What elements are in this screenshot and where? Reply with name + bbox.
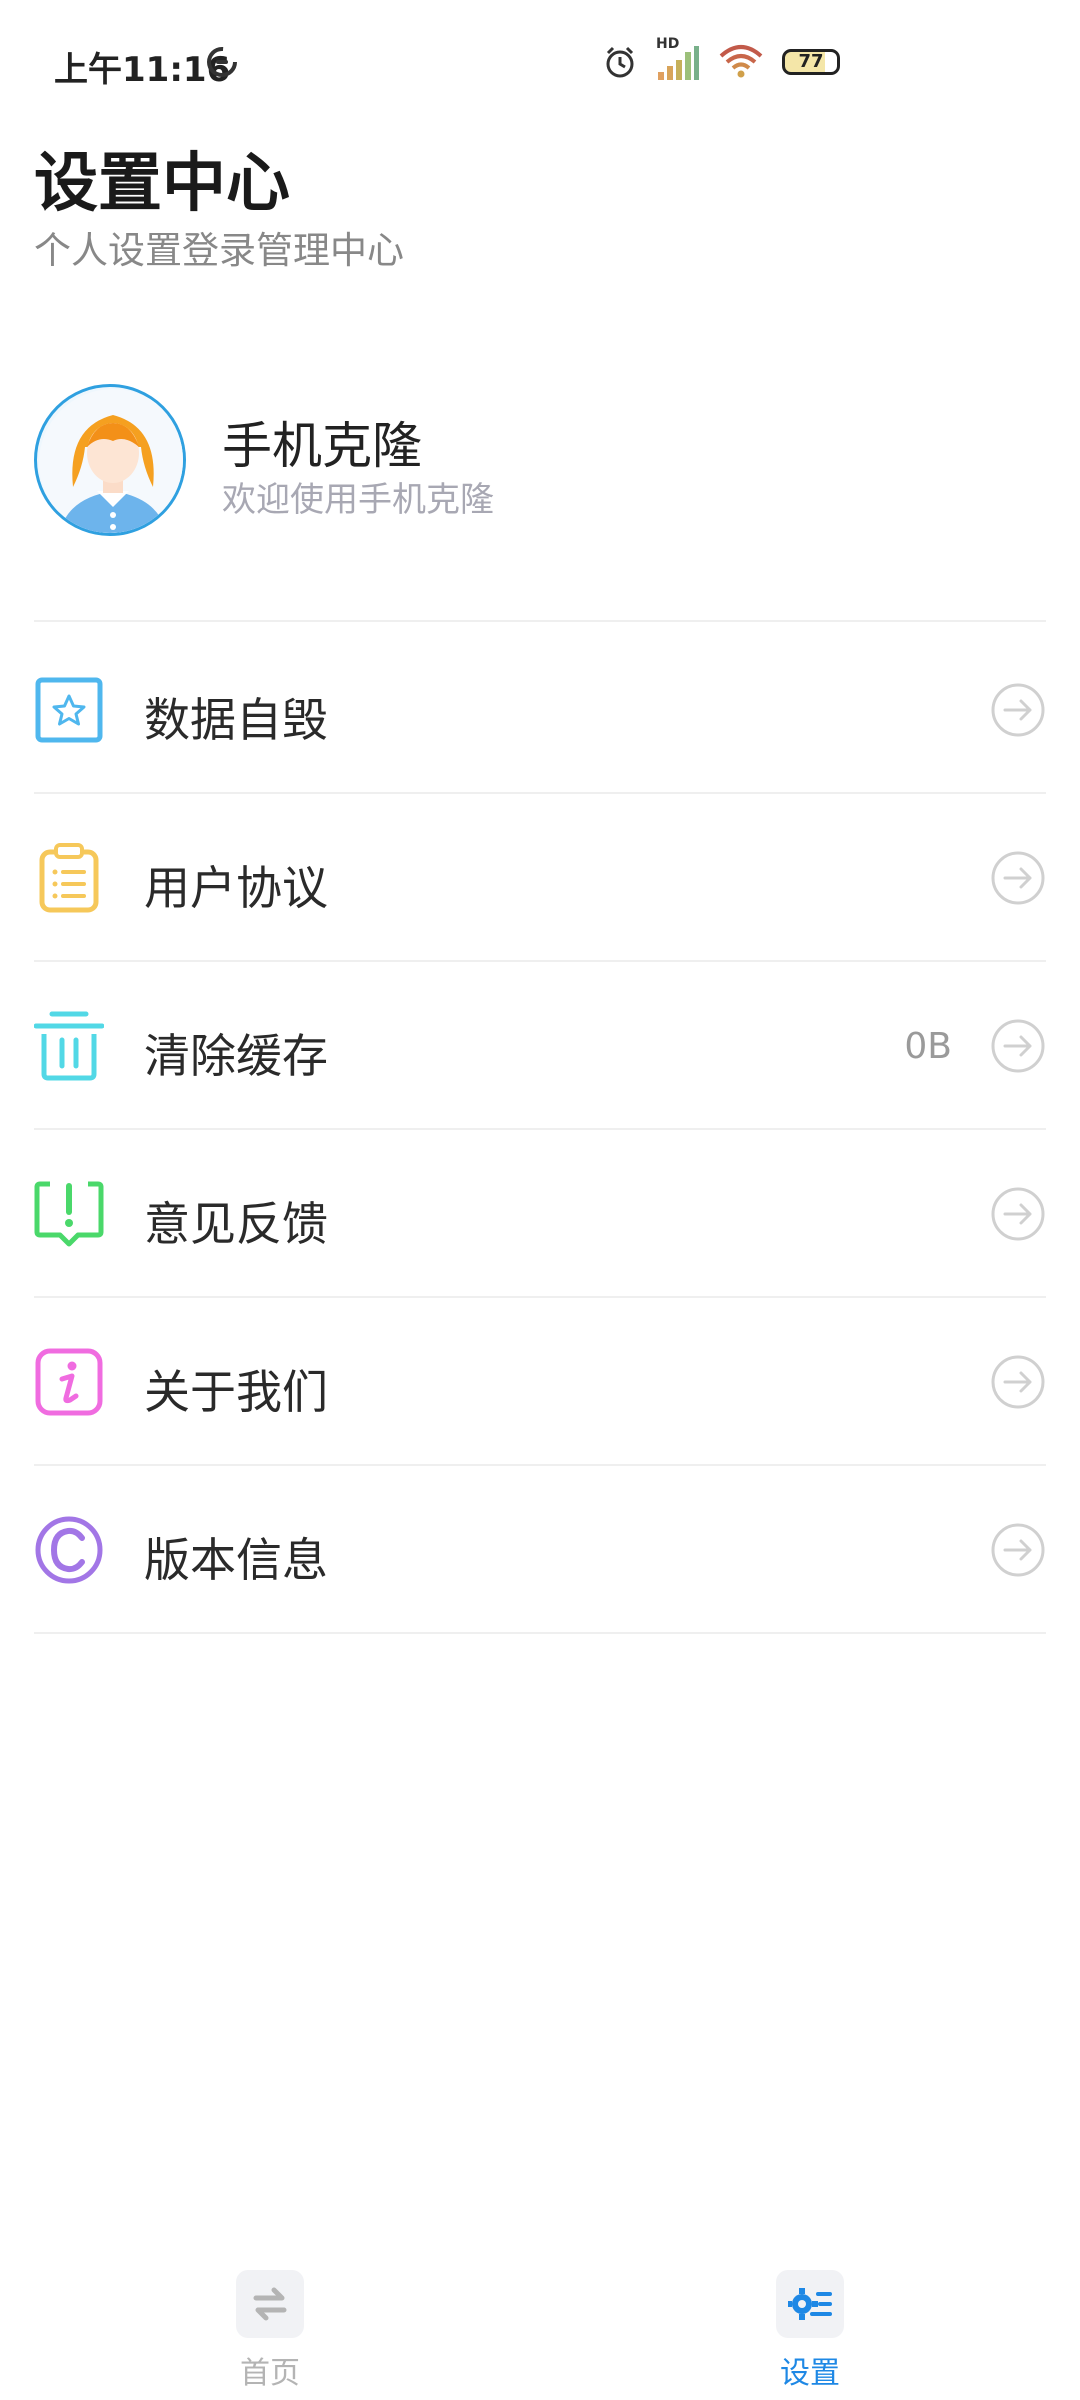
nav-item-settings[interactable]: 设置 bbox=[710, 2270, 910, 2392]
trash-icon bbox=[34, 1011, 104, 1081]
settings-menu: 数据自毁 用户协议 清除缓存 0B 意见反馈 关于我们 版本信息 bbox=[0, 626, 1080, 1634]
alarm-icon bbox=[606, 46, 634, 78]
avatar[interactable] bbox=[34, 384, 186, 536]
arrow-right-circle-icon bbox=[991, 1355, 1045, 1409]
nav-label: 设置 bbox=[780, 2356, 840, 2391]
star-box-icon bbox=[35, 677, 103, 743]
page-title: 设置中心 bbox=[34, 147, 290, 221]
swap-icon bbox=[253, 2287, 287, 2321]
menu-item-about-us[interactable]: 关于我们 bbox=[0, 1298, 1080, 1466]
avatar-illustration-icon bbox=[39, 389, 183, 533]
battery-icon: 77 bbox=[782, 49, 840, 75]
nav-icon-container bbox=[236, 2270, 304, 2338]
divider bbox=[34, 620, 1046, 622]
menu-item-label: 关于我们 bbox=[144, 1365, 328, 1419]
nav-label: 首页 bbox=[240, 2356, 300, 2391]
menu-item-label: 用户协议 bbox=[144, 861, 328, 915]
menu-item-label: 数据自毁 bbox=[144, 693, 328, 747]
arrow-right-circle-icon bbox=[991, 851, 1045, 905]
profile-card[interactable]: 手机克隆 欢迎使用手机克隆 bbox=[34, 384, 1046, 536]
profile-name: 手机克隆 bbox=[222, 417, 422, 475]
clipboard-icon bbox=[39, 843, 99, 913]
info-icon bbox=[35, 1348, 103, 1416]
page-subtitle: 个人设置登录管理中心 bbox=[34, 229, 404, 272]
arrow-right-circle-icon bbox=[991, 1187, 1045, 1241]
menu-item-label: 版本信息 bbox=[144, 1533, 328, 1587]
arrow-right-circle-icon bbox=[991, 1019, 1045, 1073]
settings-icon bbox=[788, 2288, 832, 2320]
menu-item-user-agreement[interactable]: 用户协议 bbox=[0, 794, 1080, 962]
menu-item-clear-cache[interactable]: 清除缓存 0B bbox=[0, 962, 1080, 1130]
bottom-nav: 首页 设置 bbox=[0, 2250, 1080, 2400]
menu-item-label: 清除缓存 bbox=[144, 1029, 328, 1083]
menu-item-feedback[interactable]: 意见反馈 bbox=[0, 1130, 1080, 1298]
cache-size-value: 0B bbox=[904, 1026, 952, 1067]
menu-item-version-info[interactable]: 版本信息 bbox=[0, 1466, 1080, 1634]
divider bbox=[34, 1632, 1046, 1634]
battery-level: 77 bbox=[798, 51, 824, 72]
status-bar: 上午11:16 HD 77 bbox=[0, 0, 1080, 128]
menu-item-label: 意见反馈 bbox=[144, 1197, 328, 1251]
sync-icon bbox=[207, 47, 237, 77]
arrow-right-circle-icon bbox=[991, 1523, 1045, 1577]
copyright-icon bbox=[35, 1516, 103, 1584]
arrow-right-circle-icon bbox=[991, 683, 1045, 737]
profile-description: 欢迎使用手机克隆 bbox=[222, 480, 494, 520]
signal-icon: HD bbox=[656, 36, 700, 82]
nav-item-home[interactable]: 首页 bbox=[170, 2270, 370, 2392]
wifi-icon bbox=[719, 45, 763, 78]
settings-screen: 上午11:16 HD 77 设置中心 个人设置登录管理中心 手机克隆 欢迎使用手… bbox=[0, 0, 1080, 2400]
nav-icon-container bbox=[776, 2270, 844, 2338]
feedback-icon bbox=[34, 1181, 104, 1247]
status-icons: HD 77 bbox=[602, 36, 840, 84]
menu-item-data-destroy[interactable]: 数据自毁 bbox=[0, 626, 1080, 794]
